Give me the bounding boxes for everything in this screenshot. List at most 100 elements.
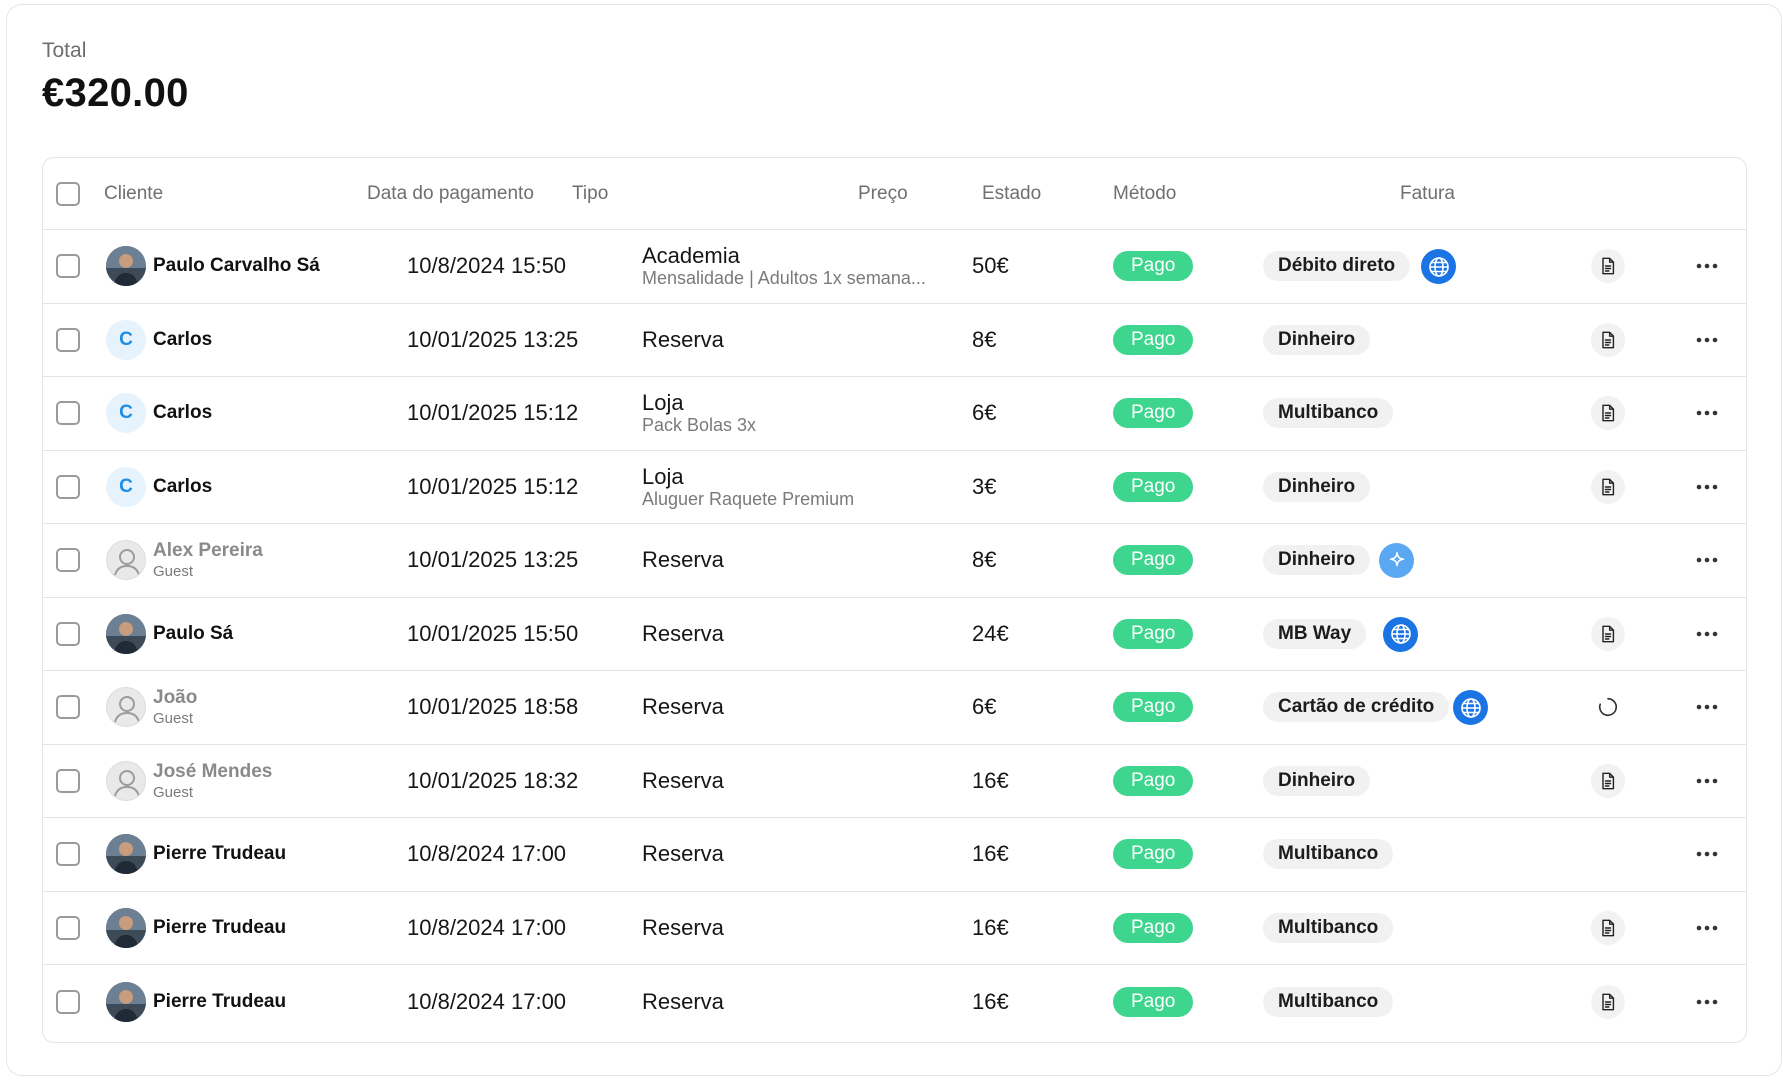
row-checkbox[interactable]: [56, 254, 80, 279]
status-badge: Pago: [1113, 398, 1194, 429]
payment-date: 10/01/2025 15:12: [407, 400, 579, 426]
tipo-cell: Reserva: [642, 914, 942, 940]
globe-icon: [1453, 690, 1488, 726]
table-row[interactable]: José Mendes Guest 10/01/2025 18:32 Reser…: [43, 745, 1746, 818]
payment-method-chip: Dinheiro: [1263, 765, 1371, 796]
table-row[interactable]: C Carlos 10/01/2025 13:25 Reserva 8€ Pag…: [43, 304, 1746, 377]
client-name-cell: Pierre Trudeau: [153, 917, 286, 939]
client-name: José Mendes: [153, 760, 273, 782]
table-row[interactable]: Pierre Trudeau 10/8/2024 17:00 Reserva 1…: [43, 965, 1746, 1039]
client-name: Pierre Trudeau: [153, 843, 287, 865]
table-row[interactable]: Alex Pereira Guest 10/01/2025 13:25 Rese…: [43, 524, 1746, 598]
table-row[interactable]: Paulo Sá 10/01/2025 15:50 Reserva 24€ Pa…: [43, 598, 1746, 671]
invoice-document-icon[interactable]: [1591, 469, 1625, 504]
invoice-document-icon[interactable]: [1591, 249, 1625, 284]
payment-date: 10/01/2025 18:58: [407, 694, 579, 720]
select-all-checkbox[interactable]: [56, 182, 80, 206]
row-checkbox[interactable]: [56, 842, 80, 867]
payment-date: 10/01/2025 15:12: [407, 473, 579, 499]
price: 16€: [972, 914, 1009, 940]
client-name: João: [153, 687, 198, 709]
payment-date: 10/01/2025 18:32: [407, 767, 579, 793]
tipo-cell: Reserva: [642, 548, 942, 572]
row-checkbox[interactable]: [56, 768, 80, 793]
row-checkbox[interactable]: [56, 915, 80, 940]
more-options-icon[interactable]: [1695, 771, 1719, 791]
price: 16€: [972, 988, 1009, 1014]
more-options-icon[interactable]: [1695, 403, 1719, 423]
payments-panel: Total €320.00 Cliente Data do pagamento …: [6, 4, 1782, 1076]
row-checkbox[interactable]: [56, 621, 80, 646]
table-header: Cliente Data do pagamento Tipo Preço Est…: [43, 158, 1746, 230]
column-header-preco[interactable]: Preço: [858, 158, 908, 230]
more-options-icon[interactable]: [1695, 844, 1719, 864]
more-options-icon[interactable]: [1695, 550, 1719, 570]
tipo-label: Reserva: [642, 547, 724, 573]
more-options-icon[interactable]: [1695, 256, 1719, 276]
tipo-label: Reserva: [642, 326, 724, 352]
tipo-cell: Reserva: [642, 326, 942, 352]
table-row[interactable]: Paulo Carvalho Sá 10/8/2024 15:50 Academ…: [43, 230, 1746, 304]
tipo-cell: Reserva: [642, 768, 942, 793]
client-name-cell: Paulo Sá: [153, 623, 233, 645]
column-header-estado[interactable]: Estado: [982, 158, 1041, 230]
status-badge: Pago: [1113, 618, 1194, 649]
tipo-label: Loja: [642, 390, 684, 416]
client-name-cell: Pierre Trudeau: [153, 991, 286, 1013]
row-checkbox[interactable]: [56, 327, 80, 352]
more-options-icon[interactable]: [1695, 477, 1719, 497]
price: 8€: [972, 326, 997, 352]
table-row[interactable]: C Carlos 10/01/2025 15:12 Loja Aluguer R…: [43, 451, 1746, 524]
payment-method-chip: Dinheiro: [1263, 471, 1371, 502]
avatar: [106, 981, 146, 1022]
status-badge: Pago: [1113, 765, 1194, 796]
more-options-icon[interactable]: [1695, 992, 1719, 1012]
tipo-cell: Reserva: [642, 695, 942, 719]
payment-method-chip: Multibanco: [1263, 398, 1394, 429]
invoice-document-icon[interactable]: [1591, 763, 1625, 798]
price: 3€: [972, 473, 997, 499]
tipo-label: Reserva: [642, 914, 724, 940]
payment-method-chip: Cartão de crédito: [1263, 692, 1450, 723]
total-value: €320.00: [42, 71, 189, 115]
payments-table: Cliente Data do pagamento Tipo Preço Est…: [42, 157, 1747, 1043]
tipo-cell: Loja Aluguer Raquete Premium: [642, 464, 942, 509]
row-checkbox[interactable]: [56, 695, 80, 720]
invoice-document-icon[interactable]: [1591, 396, 1625, 431]
tipo-detail: Aluguer Raquete Premium: [642, 488, 855, 509]
client-name-cell: João Guest: [153, 687, 197, 727]
globe-icon: [1383, 616, 1418, 652]
column-header-tipo[interactable]: Tipo: [572, 158, 608, 230]
table-row[interactable]: Pierre Trudeau 10/8/2024 17:00 Reserva 1…: [43, 818, 1746, 892]
row-checkbox[interactable]: [56, 474, 80, 499]
more-options-icon[interactable]: [1695, 624, 1719, 644]
avatar-letter: C: [106, 393, 146, 434]
invoice-document-icon[interactable]: [1591, 984, 1625, 1019]
column-header-metodo[interactable]: Método: [1113, 158, 1176, 230]
price: 16€: [972, 767, 1009, 793]
sparkle-icon: [1379, 543, 1414, 579]
invoice-document-icon[interactable]: [1591, 322, 1625, 357]
row-checkbox[interactable]: [56, 989, 80, 1014]
client-sub: Guest: [153, 563, 194, 581]
client-name-cell: Carlos: [153, 476, 212, 498]
invoice-document-icon[interactable]: [1591, 910, 1625, 945]
tipo-label: Reserva: [642, 841, 724, 867]
globe-icon: [1421, 249, 1456, 285]
tipo-cell: Academia Mensalidade | Adultos 1x semana…: [642, 244, 942, 289]
column-header-fatura[interactable]: Fatura: [1400, 158, 1455, 230]
row-checkbox[interactable]: [56, 401, 80, 426]
more-options-icon[interactable]: [1695, 697, 1719, 717]
guest-avatar-icon: [106, 687, 146, 728]
more-options-icon[interactable]: [1695, 330, 1719, 350]
table-row[interactable]: João Guest 10/01/2025 18:58 Reserva 6€ P…: [43, 671, 1746, 745]
column-header-data[interactable]: Data do pagamento: [367, 158, 534, 230]
payment-method-chip: Dinheiro: [1263, 324, 1371, 355]
table-row[interactable]: C Carlos 10/01/2025 15:12 Loja Pack Bola…: [43, 377, 1746, 451]
table-row[interactable]: Pierre Trudeau 10/8/2024 17:00 Reserva 1…: [43, 892, 1746, 965]
column-header-cliente[interactable]: Cliente: [104, 158, 163, 230]
client-name-cell: Pierre Trudeau: [153, 843, 286, 865]
row-checkbox[interactable]: [56, 548, 80, 573]
invoice-document-icon[interactable]: [1591, 616, 1625, 651]
more-options-icon[interactable]: [1695, 918, 1719, 938]
